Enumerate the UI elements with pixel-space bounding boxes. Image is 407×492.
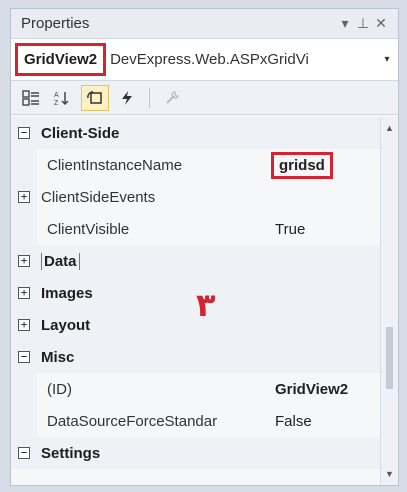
property-name: (ID) bbox=[47, 380, 72, 398]
category-data[interactable]: + Data bbox=[11, 245, 398, 277]
properties-window: Properties ▾ ⊥ ✕ GridView2 DevExpress.We… bbox=[10, 8, 399, 486]
svg-text:Z: Z bbox=[54, 100, 59, 106]
property-row-client-visible[interactable]: ClientVisible True bbox=[11, 213, 398, 245]
events-icon[interactable] bbox=[113, 85, 141, 111]
property-name: ClientVisible bbox=[47, 220, 130, 238]
categorized-icon[interactable] bbox=[17, 85, 45, 111]
svg-text:A: A bbox=[54, 92, 59, 99]
dropdown-icon[interactable]: ▾ bbox=[336, 15, 354, 32]
collapse-icon[interactable]: − bbox=[18, 127, 30, 139]
category-client-side[interactable]: − Client-Side bbox=[11, 117, 398, 149]
annotation-number: ۳ bbox=[196, 286, 216, 324]
property-name: ClientInstanceName bbox=[47, 156, 183, 174]
category-label: Client-Side bbox=[41, 124, 120, 142]
chevron-down-icon[interactable]: ▾ bbox=[380, 54, 394, 65]
properties-toolbar: AZ bbox=[11, 81, 398, 115]
object-selector[interactable]: GridView2 DevExpress.Web.ASPxGridVi ▾ bbox=[11, 39, 398, 81]
scroll-down-icon[interactable]: ▼ bbox=[381, 469, 398, 479]
category-label: Images bbox=[41, 284, 93, 302]
property-name: DataSourceForceStandar bbox=[47, 412, 218, 430]
expand-icon[interactable]: + bbox=[18, 191, 30, 203]
properties-icon[interactable] bbox=[81, 84, 109, 111]
collapse-icon[interactable]: − bbox=[18, 447, 30, 459]
property-value[interactable]: False bbox=[269, 413, 398, 430]
wrench-icon[interactable] bbox=[158, 85, 186, 111]
category-label: Settings bbox=[41, 444, 101, 462]
property-row-datasource-force-standard[interactable]: DataSourceForceStandar False bbox=[11, 405, 398, 437]
property-value[interactable]: True bbox=[269, 221, 398, 238]
object-type: DevExpress.Web.ASPxGridVi bbox=[110, 51, 309, 68]
property-name: ClientSideEvents bbox=[41, 188, 156, 206]
vertical-scrollbar[interactable]: ▲ ▼ bbox=[380, 117, 398, 485]
close-icon[interactable]: ✕ bbox=[372, 15, 390, 32]
expand-icon[interactable]: + bbox=[18, 255, 30, 267]
window-title: Properties bbox=[21, 15, 90, 32]
property-row-client-instance-name[interactable]: ClientInstanceName gridsd bbox=[11, 149, 398, 181]
category-misc[interactable]: − Misc bbox=[11, 341, 398, 373]
property-row-id[interactable]: (ID) GridView2 bbox=[11, 373, 398, 405]
toolbar-divider bbox=[149, 87, 150, 108]
scroll-up-icon[interactable]: ▲ bbox=[381, 123, 398, 133]
pin-icon[interactable]: ⊥ bbox=[354, 15, 372, 32]
property-value-input[interactable]: gridsd bbox=[271, 151, 333, 179]
category-label: Misc bbox=[41, 348, 75, 366]
property-row-client-side-events[interactable]: + ClientSideEvents bbox=[11, 181, 398, 213]
property-value[interactable]: GridView2 bbox=[269, 381, 398, 398]
title-bar: Properties ▾ ⊥ ✕ bbox=[11, 9, 398, 39]
scroll-thumb[interactable] bbox=[386, 327, 393, 389]
category-settings[interactable]: − Settings bbox=[11, 437, 398, 469]
object-name: GridView2 bbox=[15, 43, 107, 76]
category-label: Data bbox=[41, 252, 80, 270]
category-label: Layout bbox=[41, 316, 91, 334]
expand-icon[interactable]: + bbox=[18, 319, 30, 331]
alphabetical-icon[interactable]: AZ bbox=[49, 85, 77, 111]
expand-icon[interactable]: + bbox=[18, 287, 30, 299]
collapse-icon[interactable]: − bbox=[18, 351, 30, 363]
